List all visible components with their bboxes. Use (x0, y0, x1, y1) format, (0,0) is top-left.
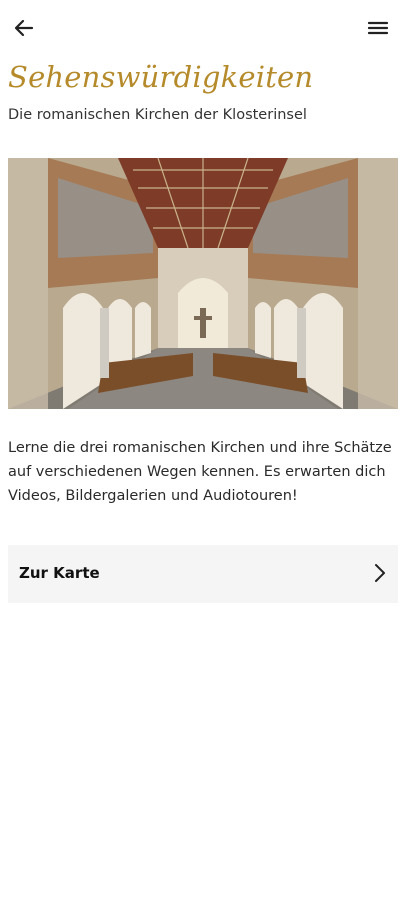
map-link-button[interactable]: Zur Karte (8, 545, 398, 603)
intro-text: Lerne die drei romanischen Kirchen und i… (8, 440, 392, 504)
top-bar (0, 0, 406, 56)
page-subtitle: Die romanischen Kirchen der Klosterinsel (8, 107, 307, 123)
hamburger-menu-icon[interactable] (364, 14, 392, 42)
map-link-label: Zur Karte (19, 564, 100, 582)
page-title: Sehenswürdigkeiten (8, 60, 314, 94)
arrow-left-icon[interactable] (10, 14, 38, 42)
chevron-right-icon (370, 561, 390, 585)
hero-image (8, 158, 398, 409)
